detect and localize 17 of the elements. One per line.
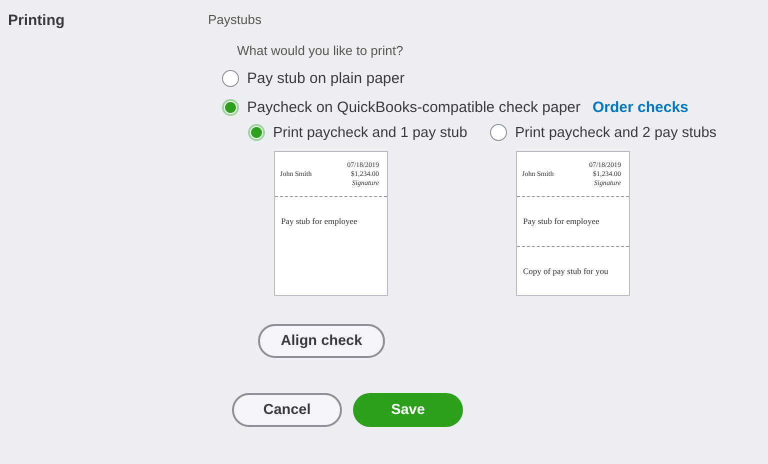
option-label: Print paycheck and 2 pay stubs xyxy=(515,124,717,140)
question-text: What would you like to print? xyxy=(237,43,404,58)
option-label: Print paycheck and 1 pay stub xyxy=(273,124,468,140)
stub-text: Copy of pay stub for you xyxy=(523,266,608,276)
option-label: Paycheck on QuickBooks-compatible check paper xyxy=(247,99,581,116)
stub-text: Pay stub for employee xyxy=(523,216,600,226)
align-check-button[interactable]: Align check xyxy=(258,324,385,358)
stub-text: Pay stub for employee xyxy=(281,216,358,226)
radio-button[interactable] xyxy=(222,70,239,87)
cancel-button[interactable]: Cancel xyxy=(232,393,342,427)
radio-button[interactable] xyxy=(248,124,265,141)
radio-button[interactable] xyxy=(490,124,507,141)
section-title: Printing xyxy=(8,12,66,31)
section-heading: Paystubs xyxy=(208,12,262,27)
option-label: Pay stub on plain paper xyxy=(247,70,405,87)
order-checks-link[interactable]: Order checks xyxy=(592,99,688,116)
radio-button[interactable] xyxy=(222,99,239,116)
